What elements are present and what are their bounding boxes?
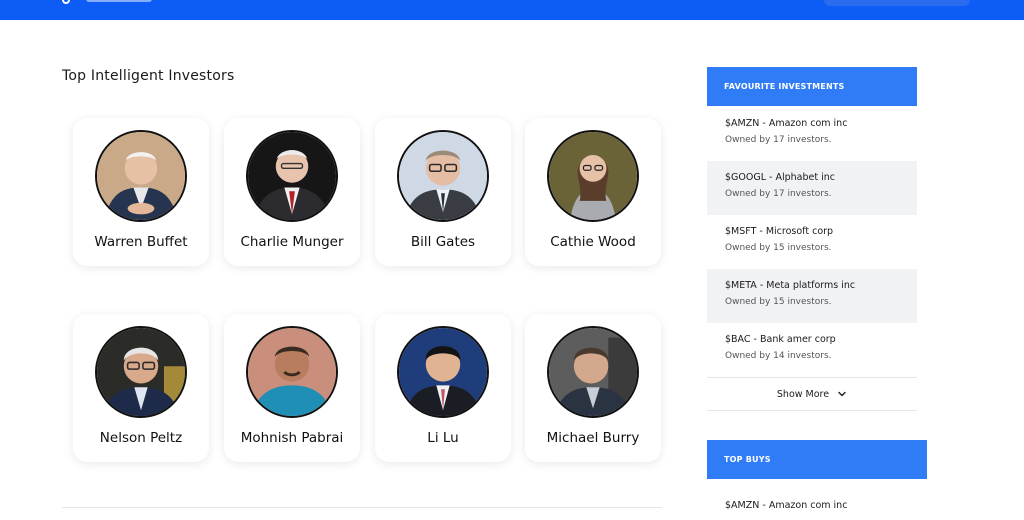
avatar	[246, 130, 338, 222]
investment-title: $GOOGL - Alphabet inc	[725, 172, 835, 183]
investor-card-mohnish-pabrai[interactable]: Mohnish Pabrai	[224, 314, 360, 462]
investor-card-bill-gates[interactable]: Bill Gates	[375, 118, 511, 266]
investment-title: $META - Meta platforms inc	[725, 280, 856, 291]
section-divider	[62, 507, 662, 508]
avatar	[547, 326, 639, 418]
favourite-investment-item[interactable]: $MSFT - Microsoft corp Owned by 15 inves…	[707, 215, 917, 269]
map-pin-icon[interactable]	[62, 0, 70, 4]
investment-title: $AMZN - Amazon com inc	[725, 118, 848, 129]
investor-card-cathie-wood[interactable]: Cathie Wood	[525, 118, 661, 266]
investor-name: Li Lu	[427, 430, 459, 446]
avatar	[246, 326, 338, 418]
show-more-button[interactable]: Show More	[707, 377, 917, 411]
investment-owners: Owned by 15 investors.	[725, 243, 832, 253]
investor-name: Michael Burry	[546, 430, 640, 446]
investor-card-li-lu[interactable]: Li Lu	[375, 314, 511, 462]
favourite-investment-item[interactable]: $META - Meta platforms inc Owned by 15 i…	[707, 269, 917, 323]
avatar	[547, 130, 639, 222]
investment-title: $MSFT - Microsoft corp	[725, 226, 834, 237]
avatar	[397, 130, 489, 222]
investor-card-charlie-munger[interactable]: Charlie Munger	[224, 118, 360, 266]
avatar	[397, 326, 489, 418]
investor-name: Warren Buffet	[94, 234, 188, 250]
top-buy-item[interactable]: $AMZN - Amazon com inc	[707, 480, 927, 520]
investment-owners: Owned by 17 investors.	[725, 135, 832, 145]
top-buys-header: TOP BUYS	[707, 440, 927, 479]
search-bar[interactable]	[824, 0, 970, 6]
avatar	[95, 326, 187, 418]
favourite-investment-item[interactable]: $AMZN - Amazon com inc Owned by 17 inves…	[707, 107, 917, 161]
investor-name: Cathie Wood	[550, 234, 636, 250]
investment-owners: Owned by 15 investors.	[725, 297, 832, 307]
investor-name: Mohnish Pabrai	[240, 430, 344, 446]
brand-logo[interactable]	[86, 0, 152, 2]
favourite-investment-item[interactable]: $GOOGL - Alphabet inc Owned by 17 invest…	[707, 161, 917, 215]
chevron-down-icon	[838, 391, 846, 397]
investment-owners: Owned by 14 investors.	[725, 351, 832, 361]
investor-card-michael-burry[interactable]: Michael Burry	[525, 314, 661, 462]
investor-name: Charlie Munger	[240, 234, 344, 250]
favourite-investment-item[interactable]: $BAC - Bank amer corp Owned by 14 invest…	[707, 323, 917, 377]
investor-card-warren-buffet[interactable]: Warren Buffet	[73, 118, 209, 266]
investor-name: Bill Gates	[410, 234, 476, 250]
show-more-label: Show More	[776, 388, 830, 400]
avatar	[95, 130, 187, 222]
investment-title: $BAC - Bank amer corp	[725, 334, 836, 345]
investment-title: $AMZN - Amazon com inc	[725, 500, 848, 511]
investor-name: Nelson Peltz	[99, 430, 183, 446]
top-navbar	[0, 0, 1024, 20]
favourite-investments-header: FAVOURITE INVESTMENTS	[707, 67, 917, 106]
investor-card-nelson-peltz[interactable]: Nelson Peltz	[73, 314, 209, 462]
investment-owners: Owned by 17 investors.	[725, 189, 832, 199]
page-title: Top Intelligent Investors	[62, 68, 235, 84]
